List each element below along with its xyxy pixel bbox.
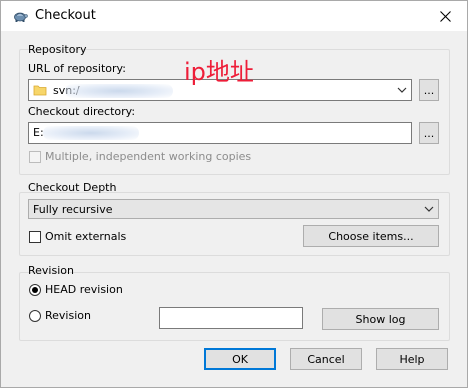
omit-externals-checkbox[interactable] — [29, 231, 41, 243]
show-log-button[interactable]: Show log — [322, 308, 439, 330]
folder-icon — [33, 85, 47, 96]
redacted-url — [65, 84, 173, 98]
dir-browse-button[interactable]: ... — [419, 122, 439, 144]
head-revision-label: HEAD revision — [45, 283, 123, 296]
depth-select[interactable]: Fully recursive — [28, 199, 439, 219]
window-title: Checkout — [35, 8, 96, 23]
url-browse-button[interactable]: ... — [419, 79, 439, 101]
checkout-dir-label: Checkout directory: — [28, 105, 136, 118]
head-revision-radio[interactable] — [29, 284, 41, 296]
chevron-down-icon — [397, 87, 407, 93]
revision-label: Revision — [45, 309, 91, 322]
radio-selected-dot — [32, 287, 38, 293]
title-bar: Checkout — [1, 1, 467, 31]
ok-button[interactable]: OK — [204, 348, 276, 370]
omit-externals-label: Omit externals — [45, 230, 127, 243]
cancel-button[interactable]: Cancel — [290, 348, 362, 370]
url-label: URL of repository: — [28, 62, 126, 75]
checkout-depth-group-label: Checkout Depth — [28, 181, 117, 194]
ip-annotation: ip地址 — [184, 58, 254, 86]
revision-radio[interactable] — [29, 310, 41, 322]
redacted-directory — [43, 126, 139, 140]
tortoise-icon — [14, 12, 28, 22]
choose-items-button[interactable]: Choose items... — [303, 225, 439, 247]
revision-group-label: Revision — [28, 264, 74, 277]
help-button[interactable]: Help — [376, 348, 448, 370]
depth-selected: Fully recursive — [33, 203, 113, 216]
checkout-dialog: Checkout Repository URL of repository: s… — [0, 0, 468, 388]
multiple-checkbox[interactable] — [29, 151, 41, 163]
chevron-down-icon — [424, 206, 434, 212]
revision-input[interactable] — [159, 307, 303, 329]
close-button[interactable] — [423, 1, 467, 31]
multiple-label: Multiple, independent working copies — [45, 150, 252, 163]
close-icon — [439, 10, 451, 22]
repository-group-label: Repository — [28, 43, 87, 56]
